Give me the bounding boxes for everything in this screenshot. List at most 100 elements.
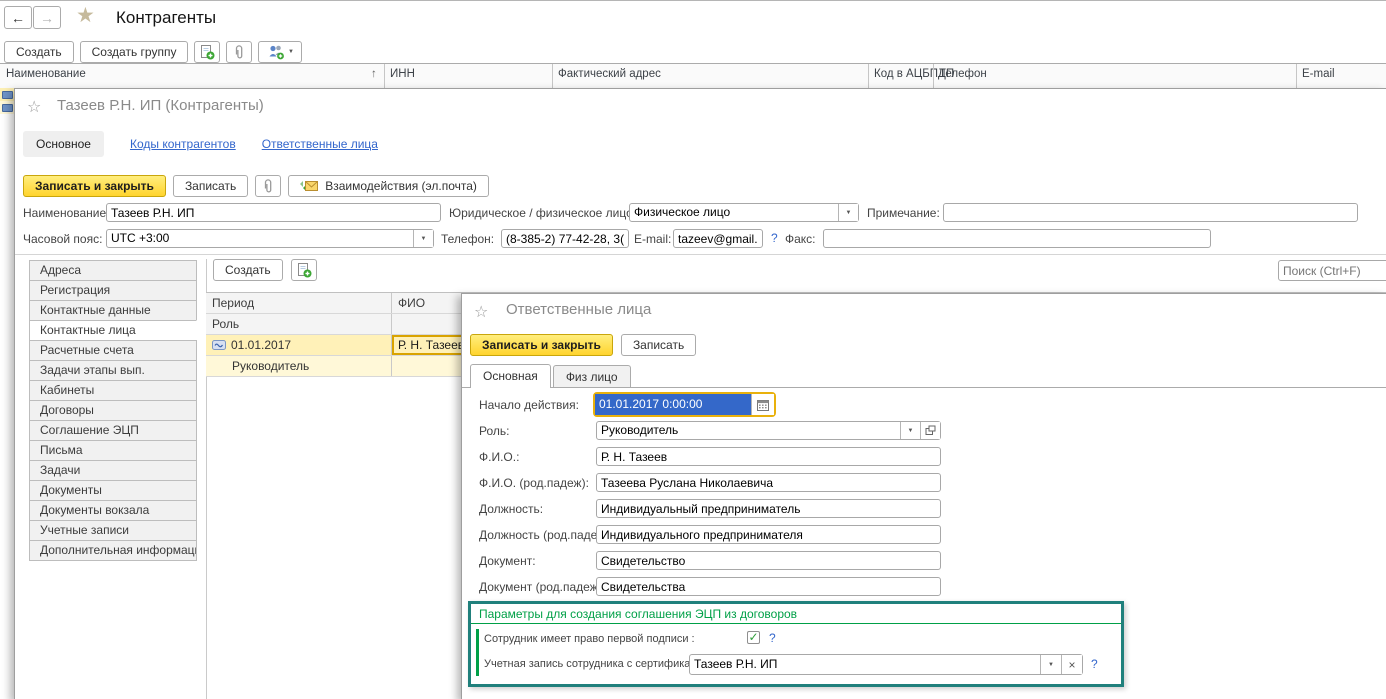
first-signature-help-icon[interactable]: ? bbox=[769, 631, 776, 645]
chevron-down-icon: ▼ bbox=[288, 49, 294, 55]
form-title: Ответственные лица bbox=[506, 301, 651, 318]
card-sidebar: Адреса Регистрация Контактные данные Кон… bbox=[29, 261, 197, 561]
tab-individual[interactable]: Физ лицо bbox=[553, 365, 631, 388]
column-divider bbox=[1296, 64, 1297, 88]
column-inn[interactable]: ИНН bbox=[390, 68, 415, 80]
calendar-button[interactable] bbox=[751, 394, 774, 415]
interactions-email-button[interactable]: Взаимодействия (эл.почта) bbox=[288, 175, 489, 197]
create-copy-button[interactable] bbox=[291, 259, 317, 281]
name-field[interactable] bbox=[106, 203, 441, 222]
create-new-item-button[interactable] bbox=[194, 41, 220, 63]
tab-main[interactable]: Основная bbox=[470, 364, 551, 388]
period-value: 01.01.2017 bbox=[231, 338, 291, 352]
save-close-button[interactable]: Записать и закрыть bbox=[470, 334, 613, 356]
nav-back-button[interactable]: ← bbox=[4, 6, 32, 29]
column-email[interactable]: E-mail bbox=[1302, 68, 1335, 80]
column-address[interactable]: Фактический адрес bbox=[558, 68, 661, 80]
search-input[interactable] bbox=[1278, 260, 1386, 281]
save-button[interactable]: Записать bbox=[173, 175, 248, 197]
chevron-down-icon[interactable]: ▼ bbox=[413, 230, 433, 247]
create-group-button[interactable]: Создать группу bbox=[80, 41, 189, 63]
sidebar-item-documents[interactable]: Документы bbox=[29, 480, 197, 501]
fio-genitive-field[interactable] bbox=[596, 473, 941, 492]
start-date-field[interactable]: 01.01.2017 0:00:00 bbox=[593, 392, 776, 417]
group-title-underline bbox=[471, 623, 1121, 624]
timezone-label: Часовой пояс: bbox=[23, 232, 102, 246]
certificate-account-help-icon[interactable]: ? bbox=[1091, 657, 1098, 671]
email-label: E-mail: bbox=[634, 232, 671, 246]
entity-type-select[interactable]: Физическое лицо ▼ bbox=[629, 203, 859, 222]
column-name[interactable]: Наименование bbox=[6, 68, 86, 80]
tab-main[interactable]: Основное bbox=[23, 131, 104, 157]
favorite-star-icon[interactable]: ★ bbox=[76, 3, 95, 28]
phone-field[interactable] bbox=[501, 229, 629, 248]
certificate-account-value: Тазеев Р.Н. ИП bbox=[690, 655, 1040, 674]
timezone-select[interactable]: UTC +3:00 ▼ bbox=[106, 229, 434, 248]
save-button[interactable]: Записать bbox=[621, 334, 696, 356]
position-genitive-field[interactable] bbox=[596, 525, 941, 544]
sidebar-item-station-documents[interactable]: Документы вокзала bbox=[29, 500, 197, 521]
responsible-person-window: ☆ Ответственные лица Записать и закрыть … bbox=[461, 293, 1386, 699]
role-label: Роль: bbox=[479, 424, 509, 438]
sidebar-item-accounts[interactable]: Расчетные счета bbox=[29, 340, 197, 361]
note-label: Примечание: bbox=[867, 206, 940, 220]
chevron-down-icon[interactable]: ▼ bbox=[1040, 655, 1061, 674]
role-select[interactable]: Руководитель ▼ bbox=[596, 421, 941, 440]
sidebar-item-registration[interactable]: Регистрация bbox=[29, 280, 197, 301]
first-signature-checkbox[interactable]: ✓ bbox=[747, 631, 760, 644]
check-icon: ✓ bbox=[748, 632, 758, 643]
list-header: Наименование ↑ ИНН Фактический адрес Код… bbox=[0, 63, 1386, 89]
column-phone[interactable]: Телефон bbox=[939, 68, 987, 80]
column-divider bbox=[933, 64, 934, 88]
column-role[interactable]: Роль bbox=[206, 314, 392, 334]
group-title: Параметры для создания соглашения ЭЦП из… bbox=[479, 607, 797, 621]
create-person-button[interactable]: Создать bbox=[213, 259, 283, 281]
fio-label: Ф.И.О.: bbox=[479, 450, 519, 464]
save-close-button[interactable]: Записать и закрыть bbox=[23, 175, 166, 197]
sidebar-item-contact-persons[interactable]: Контактные лица bbox=[29, 320, 197, 341]
title-star-icon[interactable]: ☆ bbox=[27, 97, 41, 117]
tabs-baseline bbox=[462, 387, 1386, 388]
document-field[interactable] bbox=[596, 551, 941, 570]
open-window-icon bbox=[925, 425, 936, 436]
entity-type-label: Юридическое / физическое лицо: bbox=[449, 206, 636, 220]
column-divider bbox=[384, 64, 385, 88]
sidebar-item-contracts[interactable]: Договоры bbox=[29, 400, 197, 421]
sidebar-item-tasks[interactable]: Задачи bbox=[29, 460, 197, 481]
tab-counterparty-codes[interactable]: Коды контрагентов bbox=[130, 137, 236, 151]
clear-icon[interactable]: × bbox=[1061, 655, 1082, 674]
sidebar-item-additional-info[interactable]: Дополнительная информация bbox=[29, 540, 197, 561]
email-help-icon[interactable]: ? bbox=[771, 231, 778, 245]
email-interactions-icon bbox=[300, 179, 319, 193]
attachments-button[interactable] bbox=[255, 175, 281, 197]
tab-responsible-persons[interactable]: Ответственные лица bbox=[262, 137, 378, 151]
calendar-icon bbox=[757, 399, 769, 411]
fax-field[interactable] bbox=[823, 229, 1211, 248]
create-button[interactable]: Создать bbox=[4, 41, 74, 63]
document-genitive-field[interactable] bbox=[596, 577, 941, 596]
sidebar-item-contact-data[interactable]: Контактные данные bbox=[29, 300, 197, 321]
column-period[interactable]: Период bbox=[206, 293, 392, 313]
sidebar-item-user-accounts[interactable]: Учетные записи bbox=[29, 520, 197, 541]
position-field[interactable] bbox=[596, 499, 941, 518]
card-nav-tabs: Основное Коды контрагентов Ответственные… bbox=[23, 131, 378, 157]
entity-type-value: Физическое лицо bbox=[630, 204, 838, 221]
sidebar-item-cabinets[interactable]: Кабинеты bbox=[29, 380, 197, 401]
nav-forward-button[interactable]: → bbox=[33, 6, 61, 29]
sidebar-item-letters[interactable]: Письма bbox=[29, 440, 197, 461]
start-date-value[interactable]: 01.01.2017 0:00:00 bbox=[595, 394, 751, 415]
certificate-account-select[interactable]: Тазеев Р.Н. ИП ▼ × bbox=[689, 654, 1083, 675]
contact-persons-menu-button[interactable]: ▼ bbox=[258, 41, 302, 63]
sidebar-item-ecp-agreement[interactable]: Соглашение ЭЦП bbox=[29, 420, 197, 441]
email-field[interactable] bbox=[673, 229, 763, 248]
sidebar-item-addresses[interactable]: Адреса bbox=[29, 260, 197, 281]
sidebar-item-tasks-stages[interactable]: Задачи этапы вып. bbox=[29, 360, 197, 381]
open-item-button[interactable] bbox=[920, 422, 940, 439]
chevron-down-icon[interactable]: ▼ bbox=[900, 422, 920, 439]
note-field[interactable] bbox=[943, 203, 1358, 222]
timezone-value: UTC +3:00 bbox=[107, 230, 413, 247]
attachments-button[interactable] bbox=[226, 41, 252, 63]
title-star-icon[interactable]: ☆ bbox=[474, 302, 488, 322]
fio-field[interactable] bbox=[596, 447, 941, 466]
chevron-down-icon[interactable]: ▼ bbox=[838, 204, 858, 221]
